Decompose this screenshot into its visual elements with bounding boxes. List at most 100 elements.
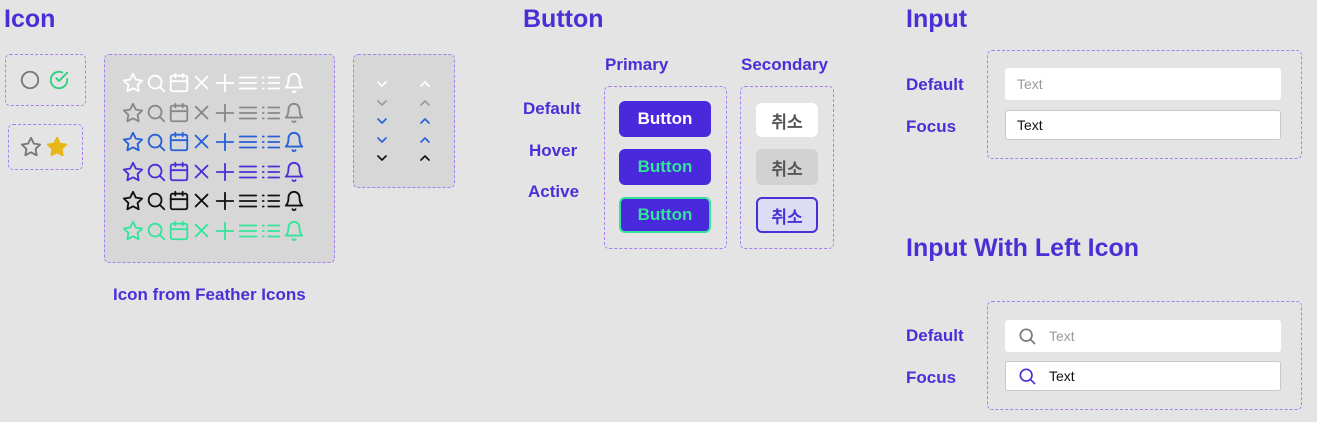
text-input-focus[interactable]: Text (1005, 110, 1281, 140)
close-icon (194, 75, 209, 90)
search-input-default-placeholder: Text (1049, 328, 1075, 344)
state-label-default: Default (523, 99, 581, 118)
secondary-header: Secondary (741, 55, 828, 74)
secondary-button-hover[interactable]: 취소 (756, 149, 818, 185)
input-section-title: Input (906, 5, 968, 33)
input-label-focus: Focus (906, 117, 957, 136)
chevron-up-icon (420, 155, 430, 161)
chevron-icon-grid (353, 54, 455, 188)
list-icon (261, 76, 281, 90)
star-icon (122, 161, 144, 181)
list-icon (261, 224, 281, 237)
chevron-up-icon (420, 118, 430, 124)
search-input-focus-value: Text (1049, 368, 1075, 384)
search-icon (147, 163, 166, 181)
primary-button-default[interactable]: Button (619, 101, 711, 137)
text-input-focus-value: Text (1017, 117, 1043, 133)
bell-icon (284, 161, 304, 182)
bell-icon (284, 73, 304, 94)
plus-icon (215, 73, 235, 93)
icon-row (122, 161, 306, 183)
search-input-focus[interactable]: Text (1005, 361, 1281, 391)
chevron-down-icon (377, 118, 387, 124)
icon-input-label-default: Default (906, 326, 964, 345)
menu-icon (238, 76, 258, 90)
primary-button-hover[interactable]: Button (619, 149, 711, 185)
circle-check-icon-box (5, 54, 86, 106)
plus-icon (215, 191, 235, 211)
icon-row (122, 131, 306, 153)
close-icon (194, 193, 209, 208)
calendar-icon (169, 161, 189, 181)
secondary-button-default[interactable]: 취소 (756, 103, 818, 137)
icon-input-label-focus: Focus (906, 368, 957, 387)
list-icon (261, 194, 281, 208)
plus-icon (215, 132, 235, 152)
text-input-default[interactable]: Text (1005, 68, 1281, 100)
icon-row (122, 190, 306, 212)
search-icon (1019, 328, 1036, 345)
secondary-button-group: 취소 취소 취소 (740, 86, 834, 249)
menu-icon (238, 194, 258, 208)
star-icon (122, 131, 144, 152)
search-icon (147, 133, 166, 152)
search-icon (1019, 368, 1036, 385)
icon-caption: Icon from Feather Icons (113, 285, 306, 304)
icon-section-title: Icon (4, 5, 56, 33)
star-icon (122, 220, 144, 240)
icon-row (122, 72, 306, 94)
menu-icon (238, 106, 258, 119)
text-input-default-placeholder: Text (1017, 76, 1043, 92)
menu-icon (238, 135, 258, 149)
plus-icon (215, 103, 235, 122)
secondary-button-active[interactable]: 취소 (756, 197, 818, 233)
bell-icon (284, 191, 304, 212)
input-label-default: Default (906, 75, 964, 94)
search-input-default[interactable]: Text (1005, 320, 1281, 352)
chevron-down-icon (377, 155, 387, 161)
search-icon (147, 74, 166, 93)
state-label-hover: Hover (529, 141, 578, 160)
search-icon (147, 222, 166, 240)
star-filled-icon (46, 136, 68, 157)
primary-button-active[interactable]: Button (619, 197, 711, 233)
list-icon (261, 106, 281, 119)
icon-row (122, 220, 306, 242)
circle-icon (20, 70, 40, 90)
icon-row (122, 102, 306, 124)
calendar-icon (169, 190, 189, 211)
chevron-down-icon (377, 81, 387, 87)
menu-icon (238, 165, 258, 178)
star-icon (122, 190, 144, 211)
calendar-icon (169, 220, 189, 240)
chevron-down-icon (377, 99, 387, 106)
feather-icon-grid (104, 54, 335, 263)
bell-icon (284, 102, 304, 123)
bell-icon (284, 132, 304, 153)
button-section-title: Button (523, 5, 604, 33)
primary-button-group: Button Button Button (604, 86, 727, 249)
search-icon (147, 104, 166, 122)
calendar-icon (169, 72, 189, 93)
star-outline-icon (20, 136, 42, 157)
state-label-active: Active (528, 182, 580, 201)
chevron-down-icon (377, 136, 387, 143)
chevron-up-icon (420, 99, 430, 106)
close-icon (194, 105, 209, 119)
close-icon (194, 223, 209, 237)
primary-header: Primary (605, 55, 669, 74)
list-icon (261, 165, 281, 178)
search-icon (147, 192, 166, 211)
icon-input-group: Text Text (987, 301, 1302, 410)
star-icon-box (8, 124, 83, 170)
plus-icon (215, 221, 235, 240)
close-icon (194, 164, 209, 178)
star-icon (122, 102, 144, 122)
calendar-icon (169, 131, 189, 152)
chevron-up-icon (420, 81, 430, 87)
plus-icon (215, 162, 235, 181)
list-icon (261, 135, 281, 149)
input-left-icon-section-title: Input With Left Icon (906, 234, 1140, 262)
close-icon (194, 134, 209, 149)
star-icon (122, 72, 144, 93)
